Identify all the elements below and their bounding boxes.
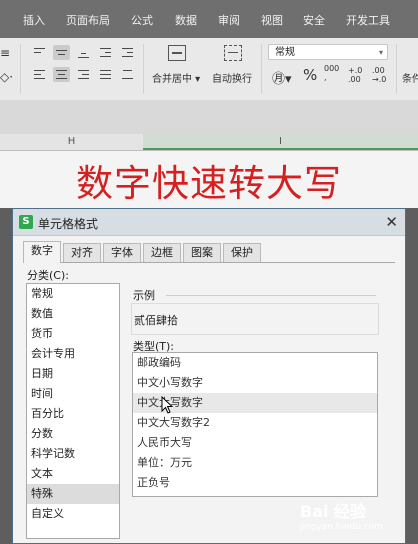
ribbon-toolbar: ≡ ◇· 合并居中 ▾ 自动换行 常规 ▾ ㊊▾ % 000 , +.0 .00… bbox=[0, 38, 418, 101]
tab-pattern[interactable]: 图案 bbox=[183, 243, 221, 262]
merge-center-icon[interactable] bbox=[168, 45, 186, 61]
tab-insert[interactable]: 插入 bbox=[23, 12, 45, 28]
tab-view[interactable]: 视图 bbox=[261, 12, 283, 28]
tab-developer[interactable]: 开发工具 bbox=[346, 12, 390, 28]
tab-formulas[interactable]: 公式 bbox=[131, 12, 153, 28]
type-list[interactable]: 邮政编码 中文小写数字 中文大写数字 中文大写数字2 人民币大写 单位：万元 正… bbox=[132, 352, 378, 497]
tab-page-layout[interactable]: 页面布局 bbox=[66, 12, 110, 28]
category-item[interactable]: 文本 bbox=[27, 464, 119, 484]
column-header-h[interactable]: H bbox=[0, 134, 144, 150]
category-item[interactable]: 常规 bbox=[27, 284, 119, 304]
align-top-icon[interactable] bbox=[31, 45, 48, 60]
type-item[interactable]: 中文大写数字2 bbox=[133, 413, 377, 433]
category-item[interactable]: 分数 bbox=[27, 424, 119, 444]
increase-decimal-button[interactable]: +.0.00 bbox=[348, 66, 362, 84]
category-item-selected[interactable]: 特殊 bbox=[27, 484, 119, 504]
category-label: 分类(C): bbox=[27, 269, 69, 282]
category-item[interactable]: 日期 bbox=[27, 364, 119, 384]
tab-number[interactable]: 数字 bbox=[23, 241, 61, 263]
conditional-format-button[interactable]: 条件 bbox=[402, 70, 418, 85]
tab-review[interactable]: 审阅 bbox=[218, 12, 240, 28]
wrap-text-button[interactable]: 自动换行 bbox=[212, 70, 252, 85]
tab-data[interactable]: 数据 bbox=[175, 12, 197, 28]
watermark-brand: Bai 经验 bbox=[300, 502, 367, 521]
sample-label: 示例 bbox=[133, 289, 155, 302]
separator bbox=[396, 44, 397, 94]
category-item[interactable]: 数值 bbox=[27, 304, 119, 324]
category-item[interactable]: 时间 bbox=[27, 384, 119, 404]
tab-font[interactable]: 字体 bbox=[103, 243, 141, 262]
dialog-tabs: 数字 对齐 字体 边框 图案 保护 bbox=[23, 241, 395, 263]
baidu-watermark: Bai 经验 jingyan.baidu.com bbox=[300, 494, 412, 540]
watermark-url: jingyan.baidu.com bbox=[300, 522, 384, 532]
align-middle-icon[interactable] bbox=[53, 45, 70, 60]
dialog-titlebar[interactable]: S 单元格格式 ✕ bbox=[13, 209, 405, 236]
dialog-title: 单元格格式 bbox=[38, 217, 99, 231]
category-item[interactable]: 会计专用 bbox=[27, 344, 119, 364]
tab-security[interactable]: 安全 bbox=[303, 12, 325, 28]
type-item[interactable]: 邮政编码 bbox=[133, 353, 377, 373]
chevron-down-icon: ▾ bbox=[378, 48, 383, 57]
close-icon[interactable]: ✕ bbox=[385, 213, 398, 231]
partial-icon[interactable]: ≡ bbox=[0, 46, 10, 60]
align-left-icon[interactable] bbox=[31, 67, 48, 82]
decrease-decimal-button[interactable]: .00 →.0 bbox=[372, 66, 386, 84]
type-item[interactable]: 人民币大写 bbox=[133, 433, 377, 453]
align-bottom-icon[interactable] bbox=[75, 45, 92, 60]
category-item[interactable]: 自定义 bbox=[27, 504, 119, 524]
type-item[interactable]: 单位：万元 bbox=[133, 453, 377, 473]
tab-alignment[interactable]: 对齐 bbox=[63, 243, 101, 262]
divider bbox=[166, 295, 376, 296]
category-item[interactable]: 科学记数 bbox=[27, 444, 119, 464]
number-format-select[interactable]: 常规 ▾ bbox=[268, 44, 388, 60]
percent-button[interactable]: % bbox=[303, 66, 317, 84]
merge-center-button[interactable]: 合并居中 ▾ bbox=[152, 70, 200, 85]
align-right-icon[interactable] bbox=[75, 67, 92, 82]
mouse-cursor-icon bbox=[161, 396, 174, 414]
separator bbox=[20, 44, 21, 94]
separator bbox=[143, 44, 144, 94]
align-center-icon[interactable] bbox=[53, 67, 70, 82]
category-item[interactable]: 货币 bbox=[27, 324, 119, 344]
formula-bar-area bbox=[0, 100, 418, 134]
category-item[interactable]: 百分比 bbox=[27, 404, 119, 424]
column-header-i[interactable]: I bbox=[143, 134, 418, 150]
type-item[interactable]: 正负号 bbox=[133, 473, 377, 493]
distribute-icon[interactable] bbox=[119, 67, 136, 82]
ribbon-tab-bar: 插入 页面布局 公式 数据 审阅 视图 安全 开发工具 bbox=[0, 0, 418, 38]
sample-value: 贰佰肆拾 bbox=[134, 314, 178, 327]
clear-format-icon[interactable]: ◇· bbox=[0, 70, 13, 84]
justify-icon[interactable] bbox=[97, 67, 114, 82]
indent-decrease-icon[interactable] bbox=[97, 45, 114, 60]
tab-protection[interactable]: 保护 bbox=[223, 243, 261, 262]
chevron-down-icon: ▾ bbox=[192, 74, 201, 85]
category-list[interactable]: 常规 数值 货币 会计专用 日期 时间 百分比 分数 科学记数 文本 特殊 自定… bbox=[26, 283, 120, 539]
indent-increase-icon[interactable] bbox=[119, 45, 136, 60]
wps-app-icon: S bbox=[19, 215, 33, 229]
currency-icon[interactable]: ㊊▾ bbox=[272, 68, 292, 87]
banner-title: 数字快速转大写 bbox=[0, 151, 418, 208]
wrap-text-icon[interactable] bbox=[224, 45, 242, 61]
separator bbox=[261, 44, 262, 94]
tab-border[interactable]: 边框 bbox=[143, 243, 181, 262]
column-header-row: H I bbox=[0, 134, 418, 151]
thousands-separator-button[interactable]: 000, bbox=[324, 64, 339, 82]
type-item[interactable]: 中文小写数字 bbox=[133, 373, 377, 393]
